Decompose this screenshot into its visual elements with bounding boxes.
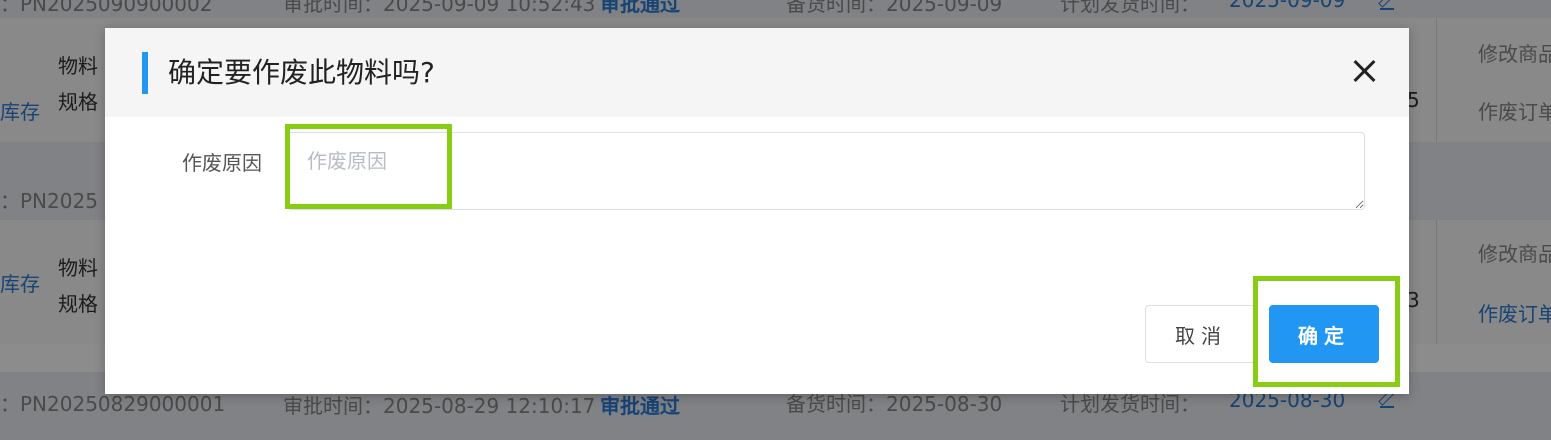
dialog-title: 确定要作废此物料吗?	[168, 56, 435, 89]
confirm-button[interactable]: 确定	[1269, 305, 1379, 363]
cancel-button[interactable]: 取消	[1145, 305, 1257, 363]
close-icon[interactable]	[1352, 59, 1376, 83]
void-material-dialog: 确定要作废此物料吗? 作废原因 取消 确定	[105, 28, 1409, 394]
title-accent-bar	[142, 52, 148, 94]
reason-label: 作废原因	[182, 151, 262, 175]
reason-textarea[interactable]	[287, 132, 1365, 210]
dialog-header: 确定要作废此物料吗?	[105, 28, 1409, 117]
